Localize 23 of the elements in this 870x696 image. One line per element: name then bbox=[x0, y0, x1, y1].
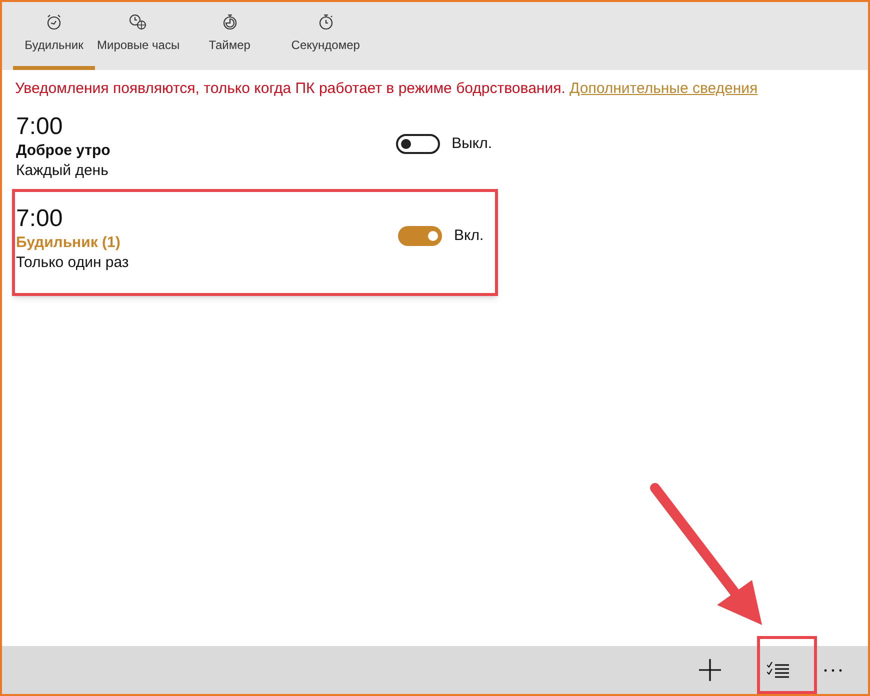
alarm-name: Доброе утро bbox=[16, 141, 112, 161]
more-icon bbox=[824, 668, 842, 672]
stopwatch-icon bbox=[318, 13, 334, 30]
highlight-frame bbox=[757, 636, 817, 694]
timer-icon bbox=[222, 13, 238, 30]
checklist-icon bbox=[767, 662, 789, 678]
toggle-label: Выкл. bbox=[452, 134, 492, 154]
toggle-switch[interactable] bbox=[396, 134, 440, 154]
alarm-name: Будильник (1) bbox=[16, 233, 122, 253]
alarm-time: 7:00 bbox=[16, 205, 64, 233]
tab[interactable]: Таймер bbox=[182, 2, 278, 70]
plus-icon bbox=[699, 659, 721, 681]
alarm-time: 7:00 bbox=[16, 113, 64, 141]
alarm-repeat: Только один раз bbox=[16, 253, 130, 273]
clock-globe-icon bbox=[129, 14, 148, 30]
alarm-clock-icon bbox=[46, 14, 62, 30]
notice-text: Уведомления появляются, только когда ПК работает в режиме бодрствования. bbox=[15, 80, 566, 97]
tab[interactable]: Секундомер bbox=[278, 2, 374, 70]
tab[interactable]: Мировые часы bbox=[95, 2, 182, 70]
toggle-switch[interactable] bbox=[398, 226, 442, 246]
toggle-label: Вкл. bbox=[454, 226, 484, 246]
tab[interactable]: Будильник bbox=[13, 2, 95, 70]
alarm-repeat: Каждый день bbox=[16, 161, 110, 181]
